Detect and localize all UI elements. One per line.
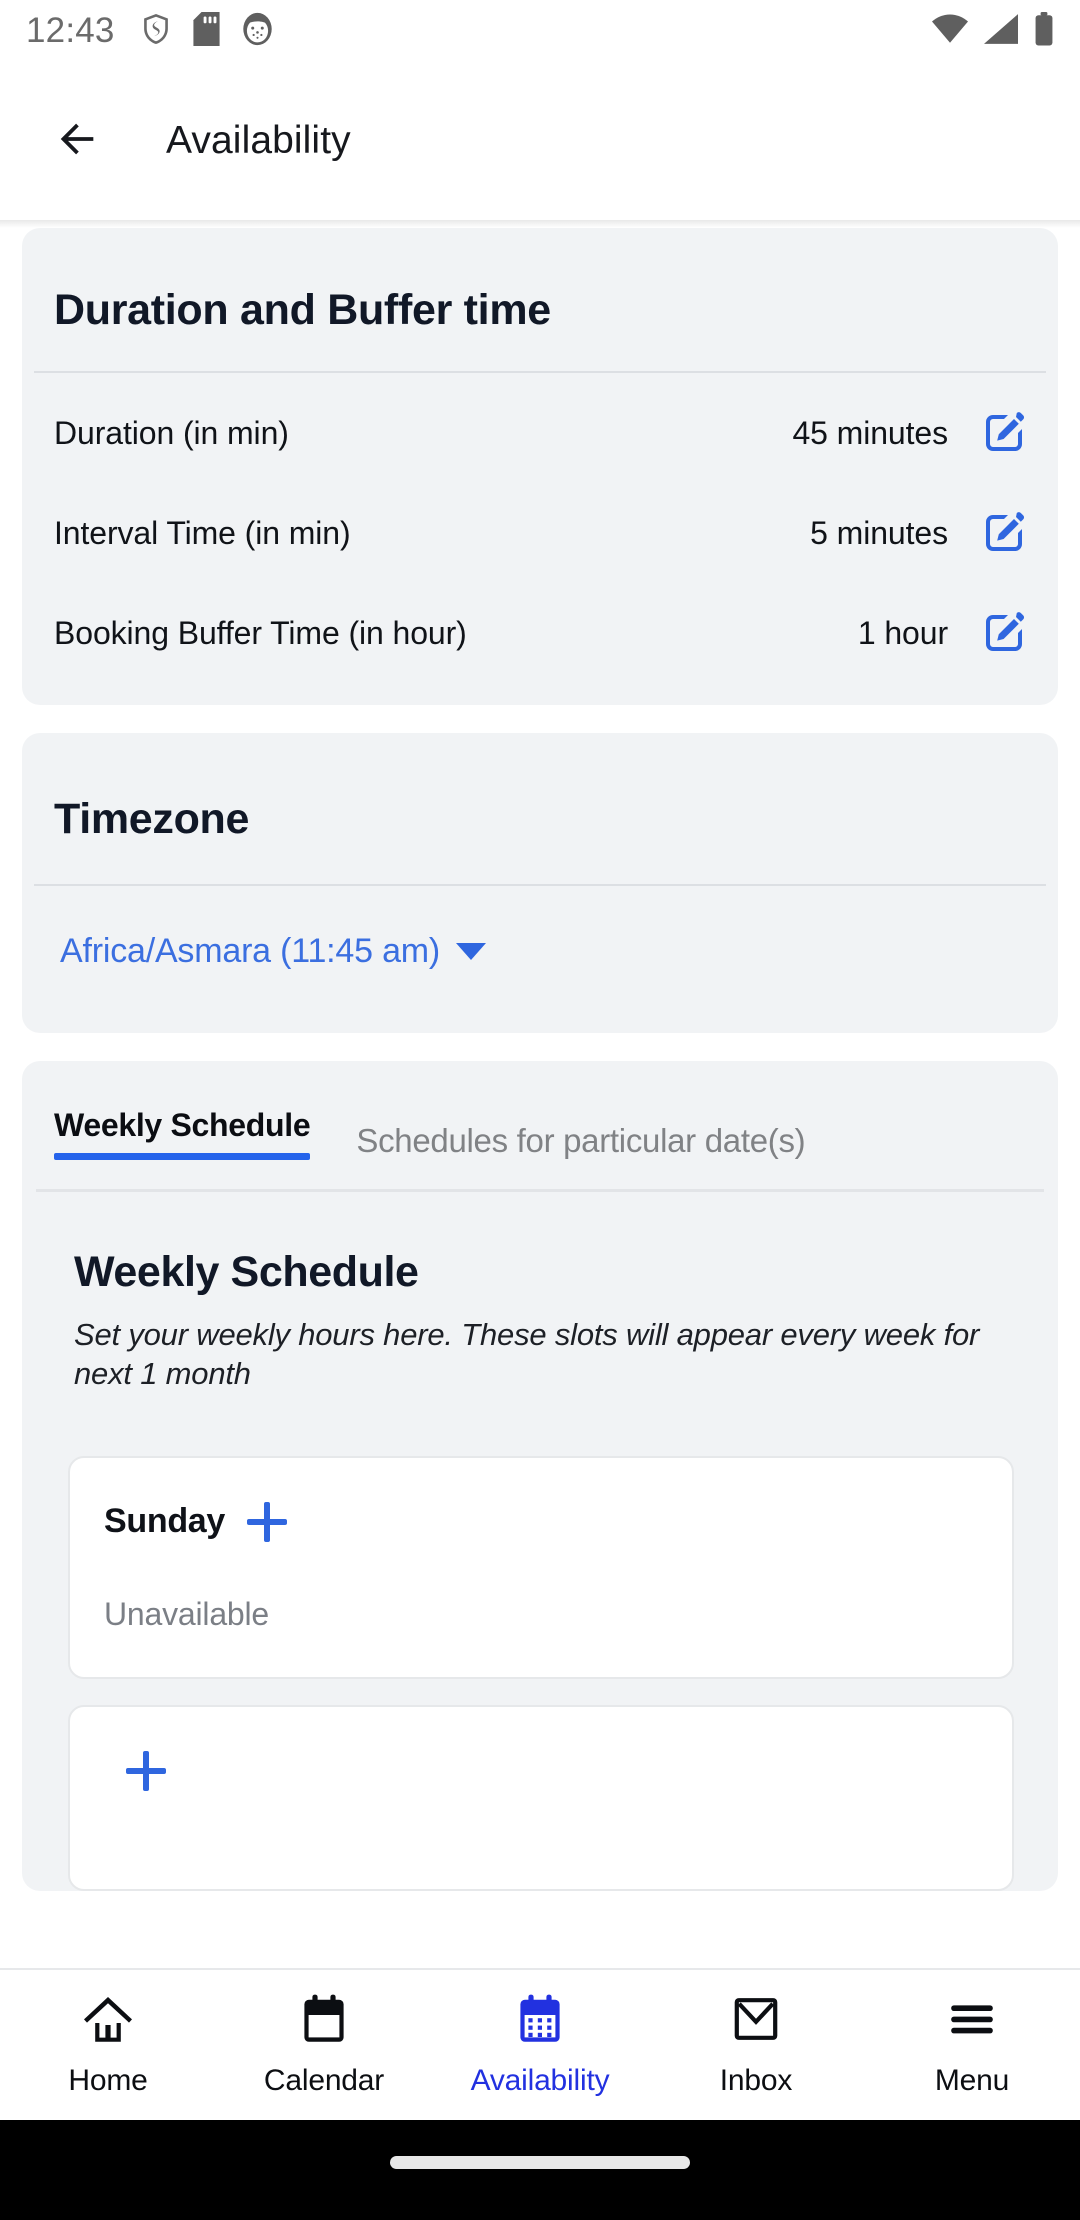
nav-item-availability[interactable]: Availability <box>432 1993 648 2098</box>
chevron-down-icon <box>456 943 487 960</box>
back-button[interactable] <box>30 93 126 189</box>
timezone-selected-value: Africa/Asmara (11:45 am) <box>60 932 441 970</box>
day-card-sunday[interactable]: Sunday Unavailable <box>68 1455 1014 1679</box>
home-icon <box>82 1993 134 2050</box>
system-gesture-bar <box>0 2120 1080 2220</box>
nav-item-home[interactable]: Home <box>0 1993 216 2098</box>
tab-weekly-schedule-label: Weekly Schedule <box>54 1107 311 1143</box>
nav-item-inbox-label: Inbox <box>719 2063 793 2097</box>
page-title: Availability <box>166 119 351 162</box>
timezone-select[interactable]: Africa/Asmara (11:45 am) <box>22 886 1058 1033</box>
timezone-card: Timezone Africa/Asmara (11:45 am) <box>22 733 1058 1033</box>
calendar-grid-icon <box>514 1993 566 2050</box>
timezone-card-title: Timezone <box>54 795 250 843</box>
day-name-label: Sunday <box>104 1502 226 1541</box>
status-bar-notification-icons <box>141 11 273 51</box>
booking-buffer-value: 1 hour <box>857 614 948 651</box>
weekly-schedule-description: Set your weekly hours here. These slots … <box>74 1317 980 1392</box>
duration-value: 45 minutes <box>792 414 948 451</box>
nav-item-menu[interactable]: Menu <box>864 1993 1080 2098</box>
envelope-icon <box>730 1993 782 2050</box>
back-arrow-icon <box>55 116 101 167</box>
schedule-tabs: Weekly Schedule Schedules for particular… <box>22 1061 1058 1172</box>
battery-icon <box>1034 11 1054 51</box>
plus-icon[interactable] <box>247 1501 288 1542</box>
cellular-signal-icon <box>984 13 1018 49</box>
interval-time-value: 5 minutes <box>810 514 948 551</box>
day-header: Sunday <box>70 1501 1012 1542</box>
wifi-icon <box>932 13 968 49</box>
gesture-handle[interactable] <box>390 2156 690 2169</box>
day-availability-status <box>70 1791 1012 1845</box>
interval-time-label: Interval Time (in min) <box>54 514 351 551</box>
shield-icon <box>141 12 171 51</box>
nav-item-calendar[interactable]: Calendar <box>216 1993 432 2098</box>
edit-pencil-icon[interactable] <box>980 409 1028 457</box>
calendar-icon <box>298 1993 350 2050</box>
phone-screen: 12:43 Availability Duration and Buffer t… <box>0 0 1080 2220</box>
duration-label: Duration (in min) <box>54 414 289 451</box>
nav-item-home-label: Home <box>68 2063 148 2097</box>
sd-card-icon <box>193 11 220 51</box>
duration-row: Duration (in min) 45 minutes <box>22 383 1058 483</box>
day-card-next[interactable] <box>68 1704 1014 1891</box>
interval-time-row: Interval Time (in min) 5 minutes <box>22 483 1058 583</box>
status-bar-system-icons <box>932 11 1054 51</box>
duration-card-title: Duration and Buffer time <box>54 286 551 334</box>
app-bar-divider <box>0 220 1080 228</box>
edit-pencil-icon[interactable] <box>980 509 1028 557</box>
schedule-card: Weekly Schedule Schedules for particular… <box>22 1061 1058 1891</box>
hamburger-menu-icon <box>946 1993 998 2050</box>
tab-particular-dates[interactable]: Schedules for particular date(s) <box>356 1122 805 1172</box>
nav-item-menu-label: Menu <box>934 2063 1010 2097</box>
app-bar: Availability <box>0 62 1080 220</box>
edit-pencil-icon[interactable] <box>980 609 1028 657</box>
status-bar-clock: 12:43 <box>26 11 115 50</box>
plus-icon[interactable] <box>126 1750 166 1791</box>
duration-buffer-card: Duration and Buffer time Duration (in mi… <box>22 228 1058 705</box>
nav-item-calendar-label: Calendar <box>263 2063 385 2097</box>
tab-weekly-schedule[interactable]: Weekly Schedule <box>54 1107 311 1172</box>
nav-item-inbox[interactable]: Inbox <box>648 1993 864 2098</box>
scroll-content[interactable]: Duration and Buffer time Duration (in mi… <box>0 228 1080 1968</box>
booking-buffer-row: Booking Buffer Time (in hour) 1 hour <box>22 583 1058 683</box>
weekly-schedule-heading: Weekly Schedule <box>74 1248 419 1296</box>
nav-item-availability-label: Availability <box>470 2063 610 2097</box>
booking-buffer-label: Booking Buffer Time (in hour) <box>54 614 467 651</box>
bottom-navigation-bar: Home Calendar Availability Inbox Menu <box>0 1968 1080 2120</box>
day-availability-status: Unavailable <box>104 1595 270 1632</box>
status-bar: 12:43 <box>0 0 1080 62</box>
tab-active-indicator <box>54 1153 311 1160</box>
tab-particular-dates-label: Schedules for particular date(s) <box>356 1122 806 1159</box>
app-badge-icon <box>242 12 273 51</box>
day-header <box>70 1750 1012 1791</box>
